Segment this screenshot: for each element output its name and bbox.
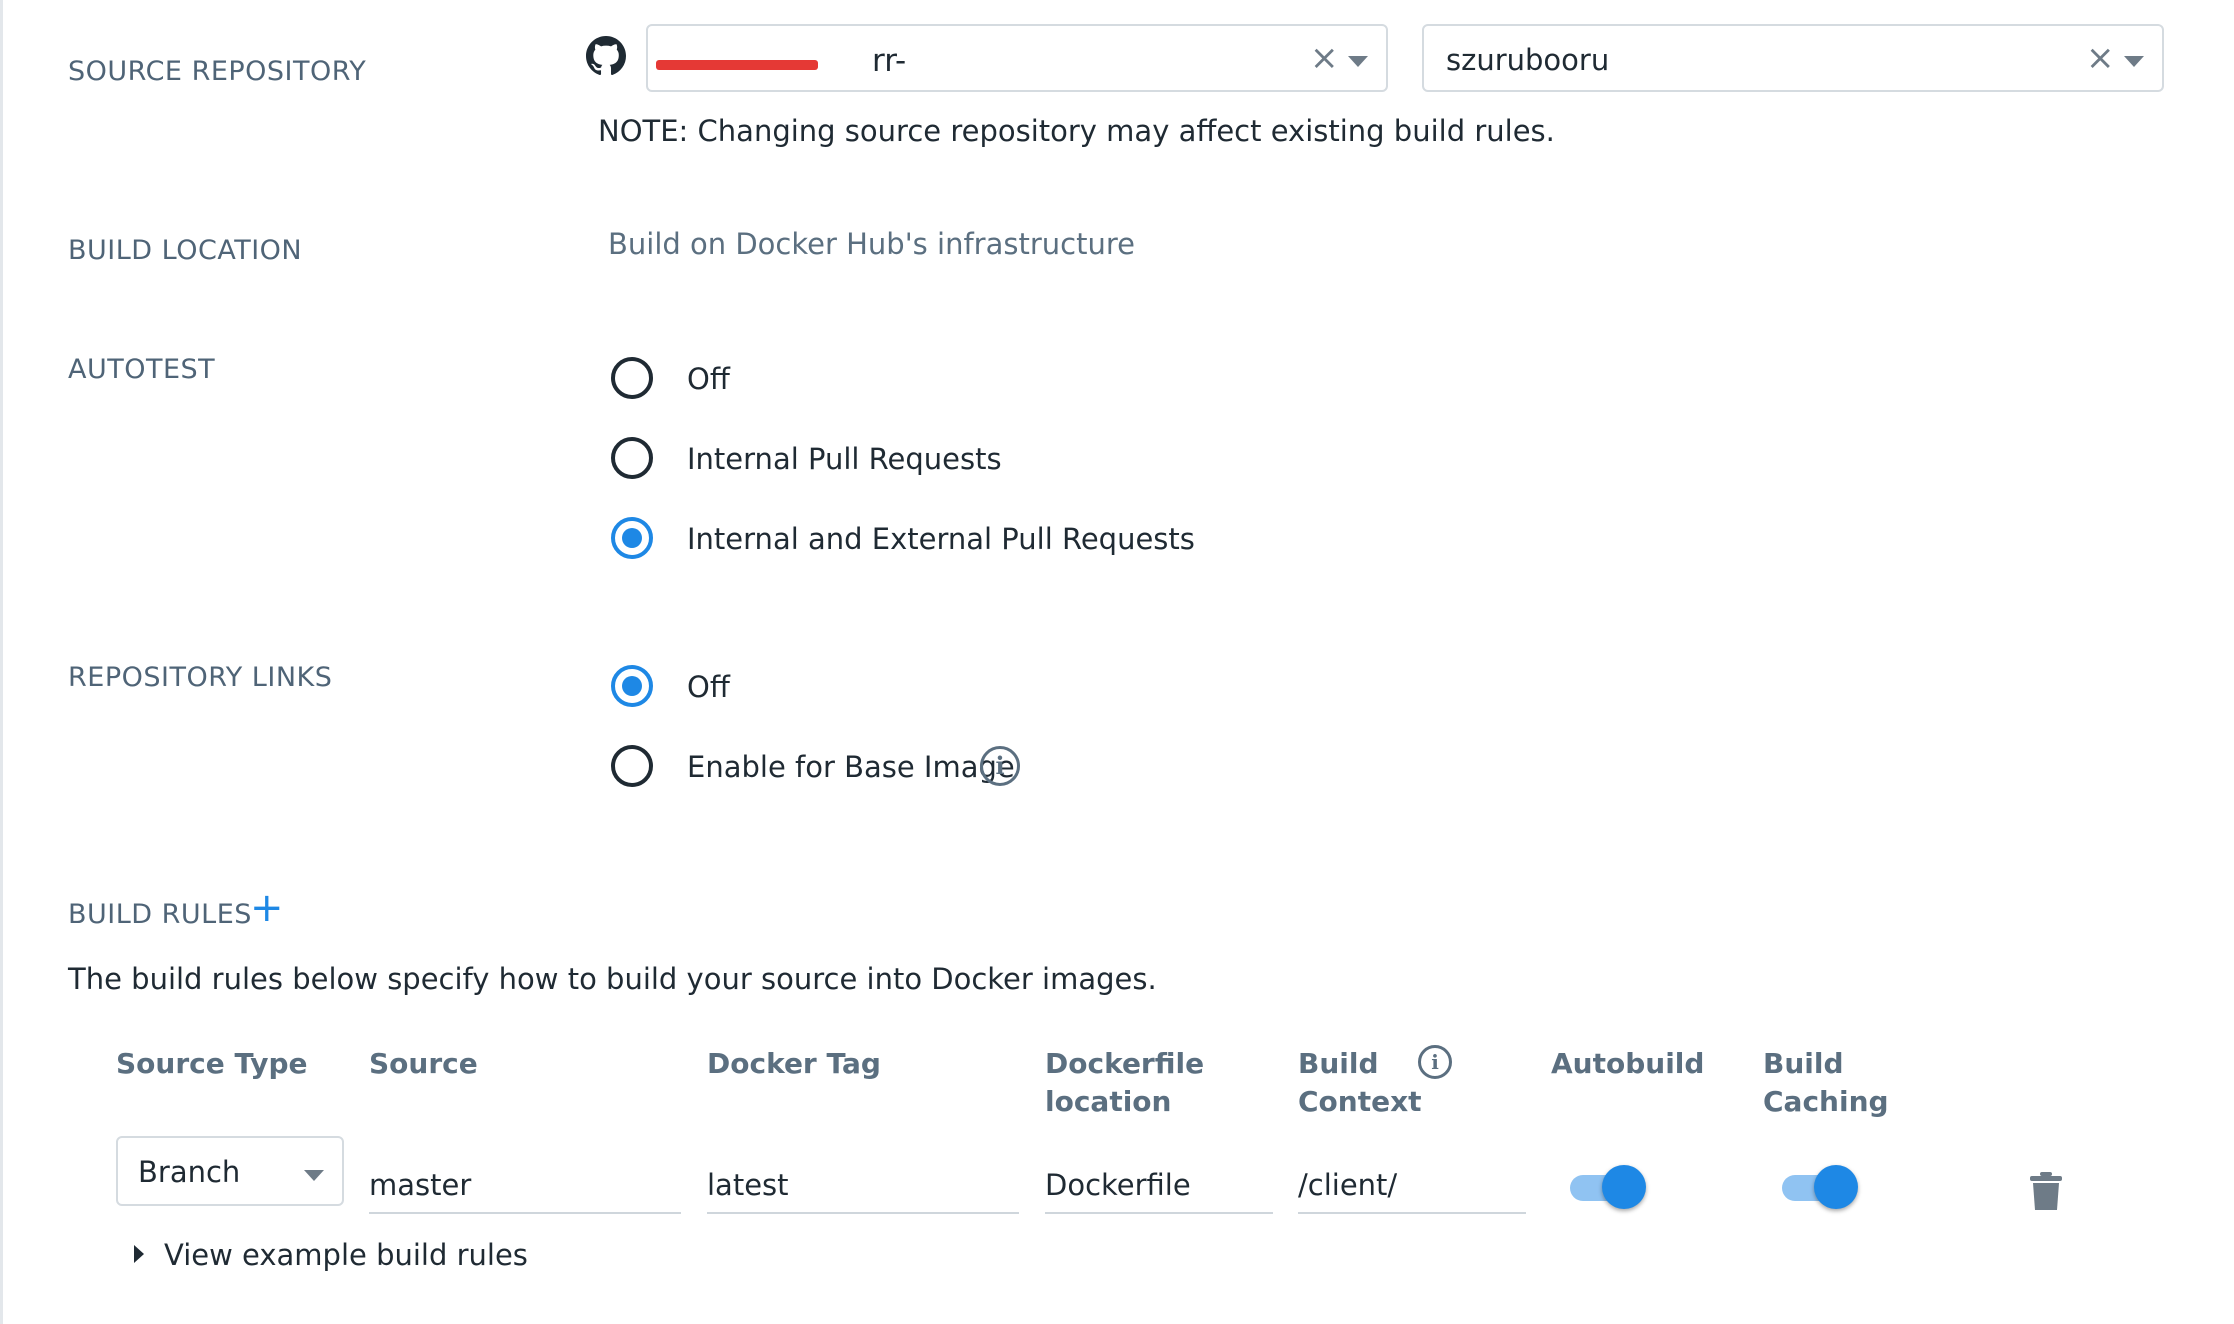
view-example-build-rules-link[interactable]: View example build rules (164, 1238, 528, 1272)
info-icon[interactable]: i (980, 746, 1020, 786)
autotest-off-radio[interactable] (611, 357, 653, 399)
autotest-internal-external-label[interactable]: Internal and External Pull Requests (687, 522, 1195, 556)
autotest-off-label[interactable]: Off (687, 362, 730, 396)
github-icon (586, 36, 626, 76)
build-rules-description: The build rules below specify how to bui… (68, 962, 1157, 996)
redaction-mark (656, 60, 818, 70)
build-location-value: Build on Docker Hub's infrastructure (608, 227, 1135, 261)
col-build-caching: Build Caching (1763, 1047, 1889, 1118)
col-docker-tag: Docker Tag (707, 1047, 881, 1080)
repository-links-base-image-label[interactable]: Enable for Base Image (687, 750, 1015, 784)
add-build-rule-icon[interactable]: + (250, 888, 284, 928)
repository-links-base-image-radio[interactable] (611, 745, 653, 787)
source-type-value: Branch (138, 1155, 241, 1189)
autotest-internal-radio[interactable] (611, 437, 653, 479)
org-select-value: rr- (872, 43, 907, 79)
page-left-border (0, 0, 3, 1324)
build-location-label: BUILD LOCATION (68, 235, 303, 266)
col-source: Source (369, 1047, 478, 1080)
chevron-down-icon[interactable] (2124, 56, 2144, 67)
clear-icon[interactable]: × (2086, 38, 2115, 78)
build-context-input[interactable]: /client/ (1298, 1156, 1526, 1214)
source-repository-label: SOURCE REPOSITORY (68, 56, 367, 87)
autotest-internal-external-radio[interactable] (611, 517, 653, 559)
autobuild-toggle[interactable] (1570, 1165, 1646, 1209)
repo-select[interactable]: szurubooru × (1422, 24, 2164, 92)
dockerfile-location-input[interactable]: Dockerfile (1045, 1156, 1273, 1214)
source-input[interactable]: master (369, 1156, 681, 1214)
col-autobuild: Autobuild (1551, 1047, 1705, 1080)
col-build-context: Build Context (1298, 1047, 1422, 1118)
col-dockerfile-location: Dockerfile location (1045, 1047, 1205, 1118)
clear-icon[interactable]: × (1310, 38, 1339, 78)
trash-icon[interactable] (2030, 1172, 2062, 1210)
col-source-type: Source Type (116, 1047, 308, 1080)
build-rules-label: BUILD RULES (68, 899, 252, 930)
build-context-info-icon[interactable]: i (1418, 1045, 1452, 1079)
source-type-select[interactable]: Branch (116, 1136, 344, 1206)
build-caching-toggle[interactable] (1782, 1165, 1858, 1209)
repo-select-value: szurubooru (1446, 43, 1610, 77)
repository-links-off-label[interactable]: Off (687, 670, 730, 704)
repository-links-off-radio[interactable] (611, 665, 653, 707)
docker-tag-input[interactable]: latest (707, 1156, 1019, 1214)
chevron-down-icon[interactable] (304, 1170, 324, 1181)
org-select[interactable]: rr- × (646, 24, 1388, 92)
repository-links-label: REPOSITORY LINKS (68, 662, 333, 693)
autotest-internal-label[interactable]: Internal Pull Requests (687, 442, 1002, 476)
chevron-down-icon[interactable] (1348, 56, 1368, 67)
source-repository-note: NOTE: Changing source repository may aff… (598, 114, 1555, 148)
caret-right-icon[interactable] (134, 1245, 144, 1263)
autotest-label: AUTOTEST (68, 354, 216, 385)
